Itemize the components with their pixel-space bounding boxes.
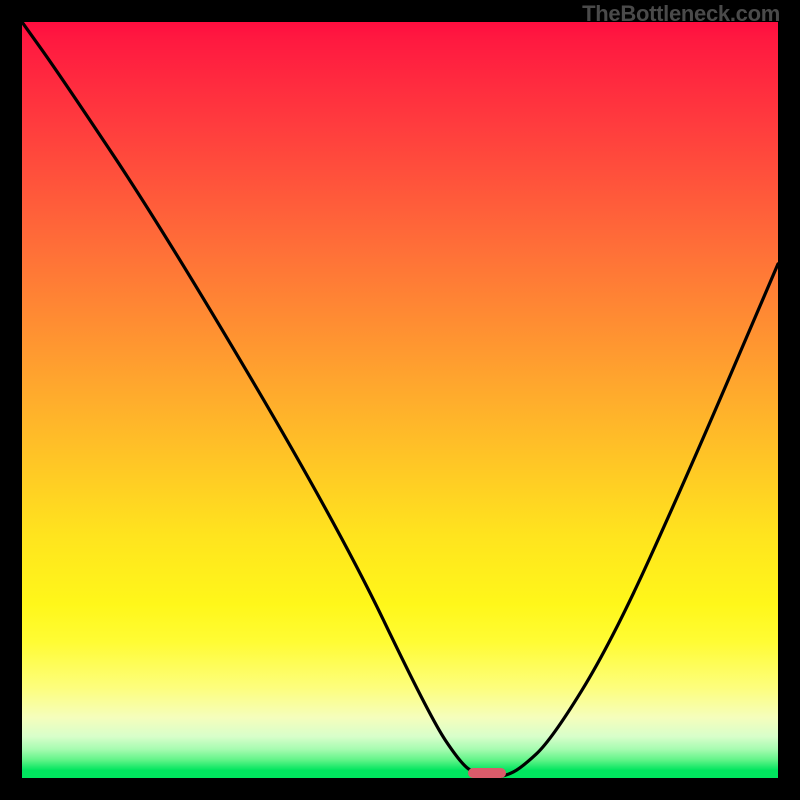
plot-area [22,22,778,778]
watermark-text: TheBottleneck.com [582,1,780,27]
optimal-marker [468,768,506,778]
chart-frame: TheBottleneck.com [0,0,800,800]
curve-line [22,22,778,777]
bottleneck-curve [22,22,778,778]
